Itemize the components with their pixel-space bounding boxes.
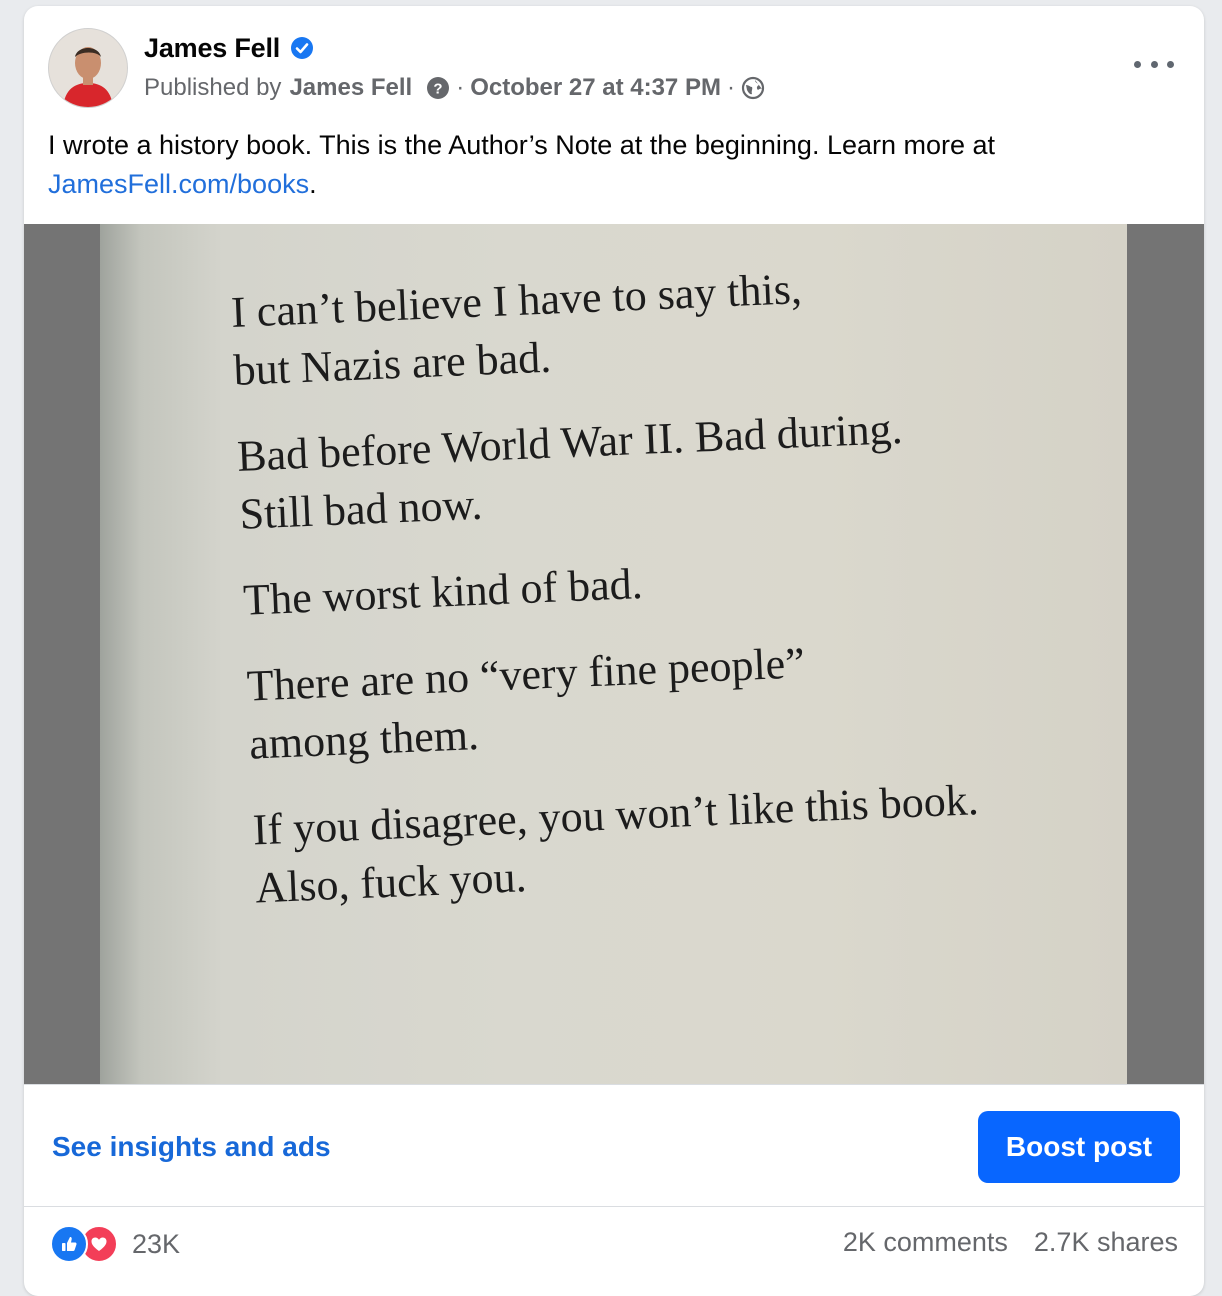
page-line: among them. (248, 709, 480, 769)
post-text-body: I wrote a history book. This is the Auth… (48, 130, 996, 160)
comments-count[interactable]: 2K comments (843, 1227, 1008, 1258)
more-horizontal-icon (1150, 60, 1158, 68)
shares-count[interactable]: 2.7K shares (1034, 1227, 1178, 1258)
reactions-summary[interactable]: 23K (50, 1225, 180, 1263)
meta-separator: · (456, 74, 465, 101)
page-line: Still bad now. (238, 479, 484, 539)
globe-icon[interactable] (741, 76, 765, 100)
page-line: Bad before World War II. Bad during. (236, 403, 904, 481)
book-page: I can’t believe I have to say this, but … (100, 224, 1127, 1084)
page-line: Also, fuck you. (254, 852, 528, 913)
page-line: If you disagree, you won’t like this boo… (251, 775, 980, 855)
more-horizontal-icon (1167, 60, 1174, 68)
avatar-image (49, 29, 127, 107)
post-stats: 23K 2K comments 2.7K shares (24, 1206, 1204, 1283)
boost-post-button[interactable]: Boost post (978, 1111, 1180, 1183)
svg-text:?: ? (434, 81, 443, 98)
page-paragraph: There are no “very fine people” among th… (246, 621, 1127, 774)
page-line: The worst kind of bad. (242, 559, 644, 625)
post-link[interactable]: JamesFell.com/books (48, 169, 309, 199)
see-insights-link[interactable]: See insights and ads (52, 1131, 331, 1163)
page-paragraph: The worst kind of bad. (242, 535, 1124, 630)
page-line: There are no “very fine people” (245, 638, 806, 711)
reaction-count: 23K (132, 1228, 181, 1259)
page-paragraph: If you disagree, you won’t like this boo… (252, 765, 1127, 918)
author-name[interactable]: James Fell (144, 33, 280, 64)
page-paragraph: Bad before World War II. Bad during. Sti… (236, 391, 1120, 544)
post-card: James Fell Published by James Fell ? · O… (24, 6, 1204, 1296)
page-paragraph: I can’t believe I have to say this, but … (230, 247, 1114, 400)
avatar[interactable] (48, 28, 128, 108)
post-photo[interactable]: I can’t believe I have to say this, but … (24, 224, 1204, 1084)
question-circle-icon[interactable]: ? (426, 76, 450, 100)
page-line: I can’t believe I have to say this, (230, 264, 803, 337)
publisher-name[interactable]: James Fell (289, 74, 412, 102)
post-timestamp[interactable]: October 27 at 4:37 PM (470, 74, 721, 102)
post-actions: See insights and ads Boost post (24, 1084, 1204, 1207)
author-row: James Fell (144, 30, 314, 66)
book-page-text: I can’t believe I have to say this, but … (230, 247, 1127, 945)
verified-badge-icon (290, 36, 314, 60)
post-text-end: . (309, 169, 317, 199)
more-options-button[interactable] (1134, 50, 1174, 78)
published-by-label: Published by (144, 74, 282, 101)
meta-separator: · (726, 74, 735, 101)
engagement-counts: 2K comments 2.7K shares (843, 1227, 1178, 1258)
post-text: I wrote a history book. This is the Auth… (48, 126, 1168, 204)
post-meta: Published by James Fell ? · October 27 a… (144, 72, 765, 104)
page-line: but Nazis are bad. (232, 332, 553, 395)
more-horizontal-icon (1134, 60, 1141, 68)
like-reaction-icon (50, 1225, 88, 1263)
